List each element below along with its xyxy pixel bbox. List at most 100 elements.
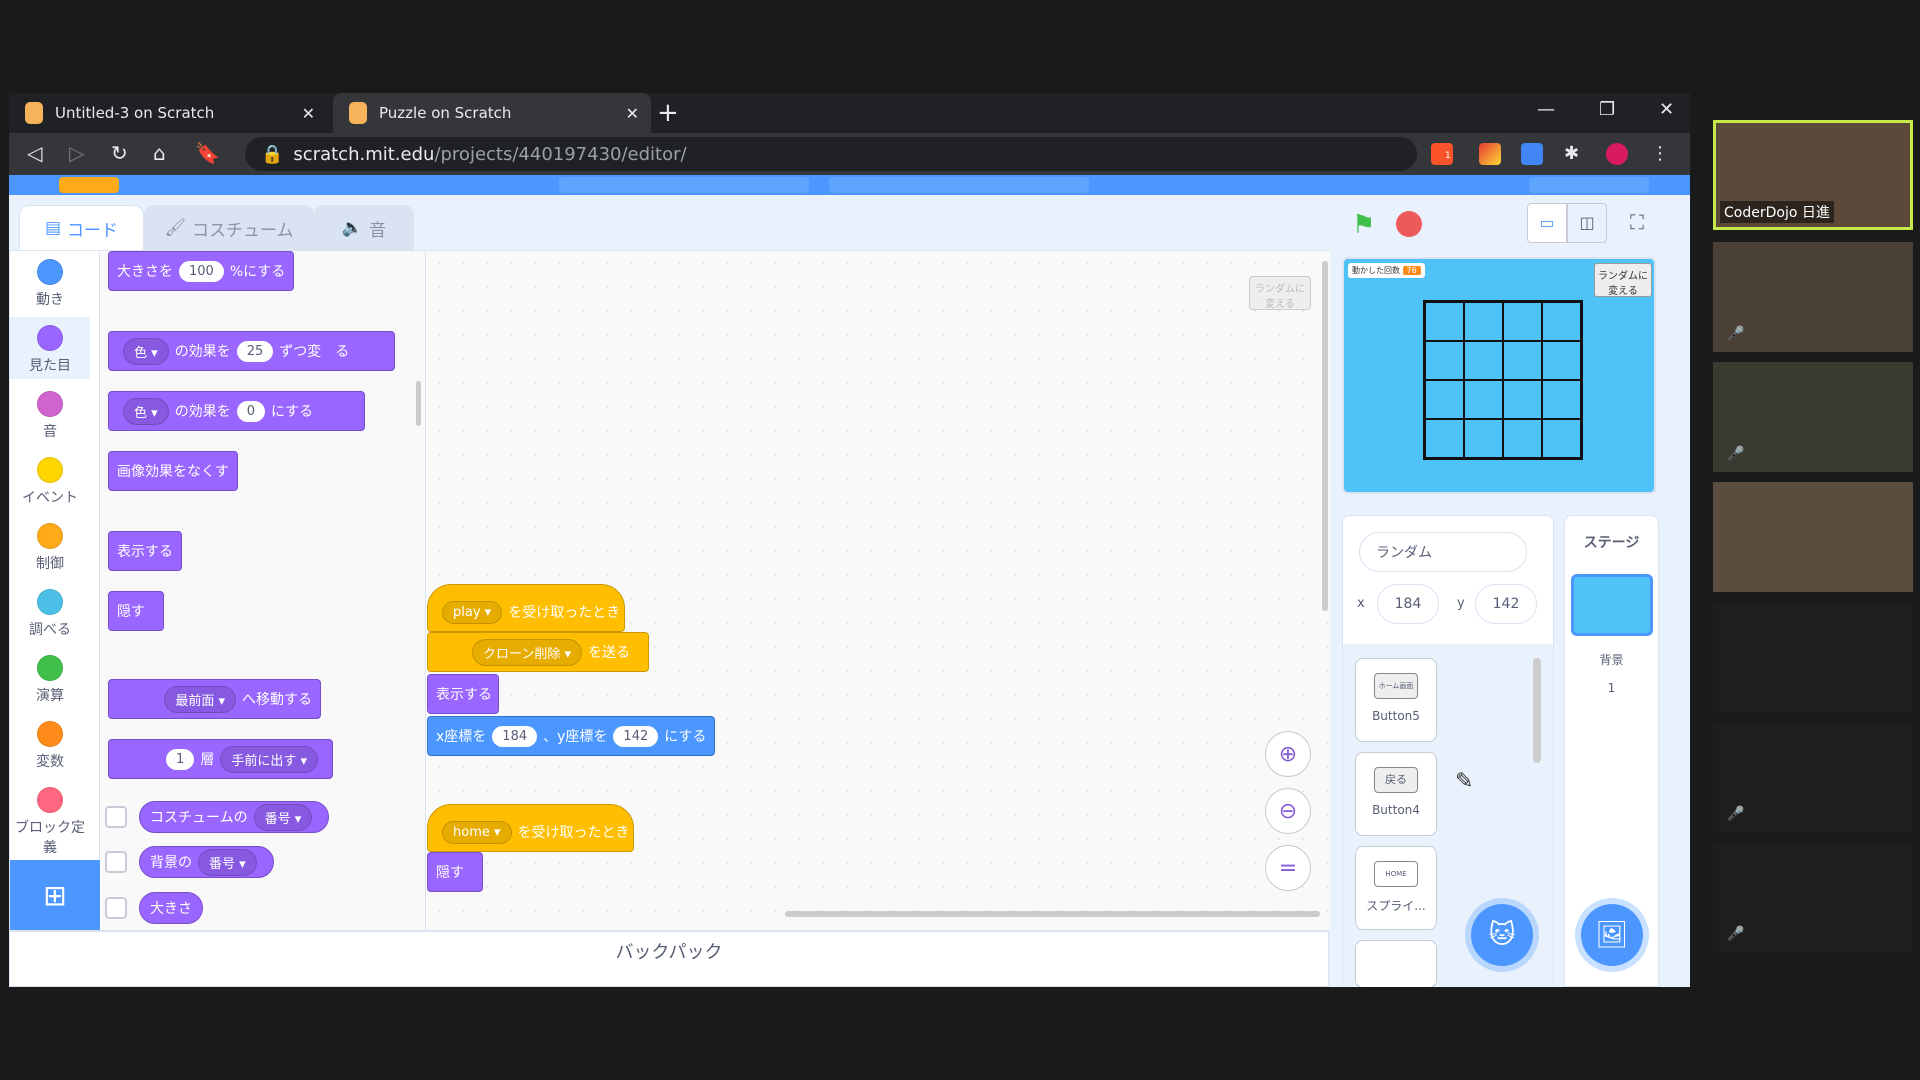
- block-broadcast[interactable]: クローン削除 ▾ を送る: [427, 632, 649, 672]
- category-operators[interactable]: 演算: [10, 655, 90, 705]
- choose-backdrop-button[interactable]: 🖼: [1581, 904, 1643, 966]
- block-hide[interactable]: 隠す: [108, 591, 164, 631]
- choose-sprite-button[interactable]: 🐱: [1471, 904, 1533, 966]
- effect-dropdown[interactable]: 色 ▾: [123, 397, 169, 425]
- random-button-sprite[interactable]: ランダムに変える: [1594, 263, 1652, 297]
- tab-untitled[interactable]: Untitled-3 on Scratch ✕: [9, 93, 327, 133]
- category-myblocks[interactable]: ブロック定義: [10, 787, 90, 857]
- layer-dropdown[interactable]: 最前面 ▾: [164, 685, 236, 713]
- sprite-name-field[interactable]: ランダム: [1359, 532, 1527, 572]
- sprite-thumb-button5[interactable]: ホーム画面 Button5: [1355, 658, 1437, 742]
- video-tile[interactable]: 🎤: [1713, 362, 1913, 472]
- sprite-y-field[interactable]: 142: [1475, 584, 1537, 624]
- zoom-in-button[interactable]: ⊕: [1265, 731, 1311, 777]
- effect-dropdown[interactable]: 色 ▾: [123, 337, 169, 365]
- block-input[interactable]: 25: [236, 340, 274, 362]
- block-when-receive-home[interactable]: home ▾ を受け取ったとき: [427, 804, 634, 852]
- tab-code[interactable]: ▤ コード: [19, 205, 144, 250]
- category-motion[interactable]: 動き: [10, 259, 90, 309]
- brave-rewards-icon[interactable]: [1479, 143, 1501, 165]
- profile-avatar[interactable]: [1606, 143, 1628, 165]
- tab-sound[interactable]: 🔈 音: [314, 205, 414, 250]
- large-stage-icon[interactable]: ◫: [1567, 203, 1607, 243]
- stop-icon[interactable]: [1396, 211, 1422, 237]
- zoom-reset-button[interactable]: =: [1265, 845, 1311, 891]
- category-sound[interactable]: 音: [10, 391, 90, 441]
- palette-scrollbar[interactable]: [416, 381, 421, 426]
- block-layer[interactable]: 1 層手前に出す ▾: [108, 739, 333, 779]
- category-control[interactable]: 制御: [10, 523, 90, 573]
- block-goto-xy[interactable]: x座標を 184 、y座標を 142 にする: [427, 716, 715, 756]
- block-when-receive-play[interactable]: play ▾ を受け取ったとき: [427, 584, 625, 632]
- fullscreen-icon[interactable]: ⛶: [1617, 203, 1657, 243]
- window-close-icon[interactable]: ✕: [1659, 99, 1674, 120]
- message-dropdown[interactable]: play ▾: [442, 600, 503, 624]
- category-variables[interactable]: 変数: [10, 721, 90, 771]
- video-tile[interactable]: 🎤: [1713, 242, 1913, 352]
- menu-icon[interactable]: ⋮: [1651, 143, 1673, 165]
- sprite-list-scrollbar[interactable]: [1533, 658, 1541, 763]
- broadcast-dropdown[interactable]: クローン削除 ▾: [472, 638, 583, 666]
- layer-direction-dropdown[interactable]: 手前に出す ▾: [220, 745, 318, 773]
- video-tile-off[interactable]: 🎤: [1713, 842, 1913, 952]
- brave-shield-icon[interactable]: 1: [1431, 143, 1453, 165]
- block-change-effect[interactable]: 色 ▾ の効果を 25 ずつ変る: [108, 331, 395, 371]
- green-flag-icon[interactable]: ⚑: [1352, 210, 1375, 240]
- stage-canvas[interactable]: 動かした回数 76 ランダムに変える: [1342, 257, 1656, 494]
- reporter-backdrop[interactable]: 背景の 番号 ▾: [139, 846, 274, 878]
- block-input[interactable]: 100: [179, 260, 224, 282]
- bookmark-icon[interactable]: 🔖: [195, 141, 220, 165]
- block-input[interactable]: 1: [166, 748, 195, 770]
- forward-icon[interactable]: ▷: [69, 141, 84, 165]
- account-menu[interactable]: [1529, 177, 1649, 193]
- block-clear-effects[interactable]: 画像効果をなくす: [108, 451, 238, 491]
- zoom-out-button[interactable]: ⊖: [1265, 788, 1311, 834]
- block-set-effect[interactable]: 色 ▾ の効果を 0 にする: [108, 391, 365, 431]
- video-tile[interactable]: [1713, 482, 1913, 592]
- block-go-to-front[interactable]: 最前面 ▾ へ移動する: [108, 679, 321, 719]
- sprite-thumb-button4[interactable]: 戻る Button4: [1355, 752, 1437, 836]
- small-stage-icon[interactable]: ▭: [1527, 203, 1567, 243]
- minimize-icon[interactable]: —: [1537, 99, 1555, 120]
- video-tile-active[interactable]: CoderDojo 日進: [1713, 120, 1913, 230]
- script-workspace[interactable]: ランダムに変える play ▾ を受け取ったとき クローン削除 ▾ を送る 表示する…: [427, 251, 1330, 930]
- block-input[interactable]: 0: [236, 400, 265, 422]
- back-icon[interactable]: ◁: [27, 141, 42, 165]
- home-icon[interactable]: ⌂: [153, 141, 166, 165]
- block-hide-script[interactable]: 隠す: [427, 852, 483, 892]
- reporter-size[interactable]: 大きさ: [139, 892, 203, 924]
- category-events[interactable]: イベント: [10, 457, 90, 507]
- backdrop-dropdown[interactable]: 番号 ▾: [198, 848, 257, 876]
- block-input[interactable]: 184: [492, 725, 538, 747]
- reload-icon[interactable]: ↻: [111, 141, 128, 165]
- video-tile-off[interactable]: [1713, 602, 1913, 712]
- block-set-size[interactable]: 大きさを 100 %にする: [108, 251, 295, 291]
- close-tab-icon[interactable]: ✕: [302, 104, 315, 123]
- translate-icon[interactable]: [1521, 143, 1543, 165]
- costume-checkbox[interactable]: [105, 806, 127, 828]
- workspace-hscroll[interactable]: [785, 911, 1320, 917]
- restore-icon[interactable]: ❐: [1599, 99, 1615, 120]
- sprite-thumb-partial[interactable]: [1355, 940, 1437, 987]
- block-show[interactable]: 表示する: [108, 531, 182, 571]
- block-show-script[interactable]: 表示する: [427, 674, 499, 714]
- reporter-costume[interactable]: コスチュームの 番号 ▾: [139, 801, 330, 833]
- project-title-field[interactable]: [559, 177, 809, 193]
- tab-puzzle[interactable]: Puzzle on Scratch ✕: [333, 93, 651, 133]
- backdrop-thumb[interactable]: [1571, 574, 1653, 636]
- extensions-icon[interactable]: ✱: [1564, 143, 1586, 165]
- share-button[interactable]: [829, 177, 1089, 193]
- tab-costume[interactable]: 🖌 コスチューム: [144, 205, 314, 250]
- costume-dropdown[interactable]: 番号 ▾: [253, 803, 313, 831]
- sprite-x-field[interactable]: 184: [1377, 584, 1439, 624]
- workspace-vscroll[interactable]: [1322, 261, 1328, 611]
- sprite-thumb-sprite[interactable]: HOME スプライ...: [1355, 846, 1437, 930]
- new-tab-button[interactable]: +: [657, 98, 679, 128]
- category-looks[interactable]: 見た目: [10, 317, 90, 379]
- video-tile-off[interactable]: 🎤: [1713, 722, 1913, 832]
- backdrop-checkbox[interactable]: [105, 851, 127, 873]
- category-sensing[interactable]: 調べる: [10, 589, 90, 639]
- add-extension-button[interactable]: ⊞: [10, 860, 100, 930]
- block-input[interactable]: 142: [613, 725, 659, 747]
- address-bar[interactable]: 🔒 scratch.mit.edu /projects/440197430/ed…: [245, 137, 1417, 171]
